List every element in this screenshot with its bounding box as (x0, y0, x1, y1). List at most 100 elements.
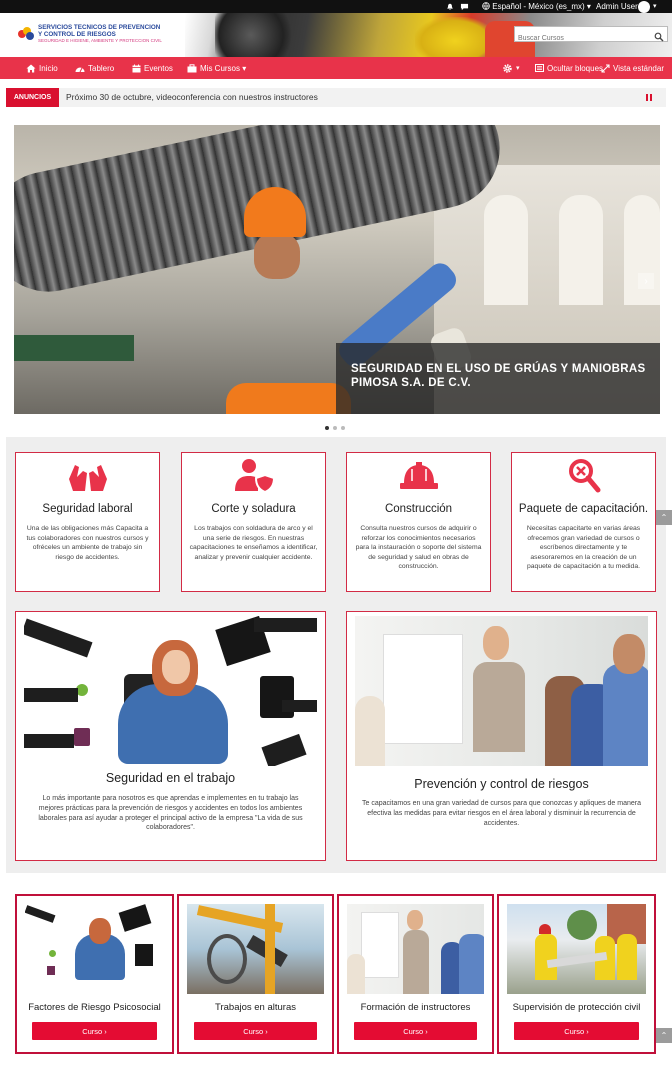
slide-caption-line-1: SEGURIDAD EN EL USO DE GRÚAS Y MANIOBRAS (351, 363, 646, 375)
course-title: Trabajos en alturas (215, 1002, 296, 1013)
slider-dot[interactable] (341, 426, 345, 430)
course-button[interactable]: Curso › (354, 1022, 477, 1040)
info-card-prevencion: Prevención y control de riesgos Te capac… (346, 611, 657, 861)
site-header: SERVICIOS TECNICOS DE PREVENCION Y CONTR… (0, 13, 672, 57)
site-logo[interactable]: SERVICIOS TECNICOS DE PREVENCION Y CONTR… (14, 21, 184, 49)
course-title: Supervisión de protección civil (512, 1002, 641, 1013)
course-title: Factores de Riesgo Psicosocial (28, 1002, 161, 1013)
avatar[interactable] (638, 1, 650, 13)
ladder-rail (265, 904, 275, 994)
language-label: Español - México (es_mx) ▾ (492, 2, 591, 11)
woman-shirt-shape (118, 684, 228, 764)
course-card-instructores: Formación de instructores Curso › (337, 894, 494, 1054)
info-card-image (355, 616, 648, 766)
search-tools-icon (561, 457, 607, 493)
course-button[interactable]: Curso › (32, 1022, 157, 1040)
apple-shape (49, 950, 56, 957)
chat-icon[interactable] (460, 2, 469, 11)
logo-line-1: SERVICIOS TECNICOS DE PREVENCION (38, 24, 161, 31)
rescuer-shape (535, 934, 557, 980)
slider-dot[interactable] (333, 426, 337, 430)
pause-icon[interactable] (646, 94, 653, 101)
home-icon (26, 64, 36, 72)
mug-shape (74, 728, 90, 746)
slide-girder (14, 335, 134, 361)
top-bar: Español - México (es_mx) ▾ Admin User ▾ (0, 0, 672, 13)
feature-title: Paquete de capacitación. (518, 503, 649, 515)
rescuer-shape (617, 934, 637, 980)
hide-blocks-icon (535, 64, 544, 72)
nav-label-inicio: Inicio (39, 63, 58, 73)
standard-view-button[interactable]: Vista estándar (601, 57, 664, 79)
attendee-shape (459, 934, 484, 994)
woman-hair-shape (89, 918, 111, 944)
flipchart-shape (361, 912, 399, 978)
language-menu[interactable]: Español - México (es_mx) ▾ (482, 1, 591, 12)
scroll-top-icon[interactable]: ⌃ (656, 510, 672, 525)
logo-line-2: Y CONTROL DE RIESGOS (38, 31, 116, 38)
nav-item-inicio[interactable]: Inicio (26, 57, 58, 79)
search-input[interactable] (515, 31, 649, 46)
info-card-image (24, 616, 317, 766)
feature-description: Una de las obligaciones más Capacita a t… (26, 525, 149, 561)
woman-face-shape (162, 650, 190, 684)
flipchart-shape (383, 634, 463, 744)
attendee-shape (355, 696, 385, 766)
gear-icon (503, 63, 512, 73)
slider-dot[interactable] (325, 426, 329, 430)
hide-blocks-label: Ocultar bloques (547, 63, 604, 73)
hand-sleeve (25, 905, 56, 923)
hand-sleeve (24, 618, 93, 658)
info-card-description: Te capacitamos en una gran variedad de c… (361, 800, 641, 827)
feature-title: Seguridad laboral (42, 503, 133, 515)
hide-blocks-button[interactable]: Ocultar bloques (535, 57, 603, 79)
course-card-proteccion-civil: Supervisión de protección civil Curso › (497, 894, 656, 1054)
announcement-bar: ANUNCIOS Próximo 30 de octubre, videocon… (6, 88, 666, 107)
attendee-shape (603, 664, 648, 766)
feature-card-corte-soladura: Corte y soladura Los trabajos con soldad… (181, 452, 326, 592)
attendee-shape (347, 954, 365, 994)
course-card-image (25, 904, 164, 994)
bell-icon[interactable] (445, 2, 454, 11)
nav-item-eventos[interactable]: Eventos (132, 57, 173, 79)
feature-title: Corte y soladura (211, 503, 296, 515)
slide-caption: SEGURIDAD EN EL USO DE GRÚAS Y MANIOBRAS… (336, 343, 660, 414)
user-menu-caret-icon[interactable]: ▾ (653, 1, 657, 12)
user-name[interactable]: Admin User (596, 1, 638, 12)
hands-icon (65, 457, 111, 493)
nav-label-tablero: Tablero (88, 63, 115, 73)
expand-icon (601, 63, 610, 73)
info-card-title: Prevención y control de riesgos (414, 777, 589, 791)
slider-next-arrow-icon[interactable]: › (638, 273, 654, 289)
scroll-top-icon[interactable]: ⌃ (656, 1028, 672, 1043)
nav-item-tablero[interactable]: Tablero (75, 57, 114, 79)
folder-shape (118, 904, 152, 932)
course-button[interactable]: Curso › (514, 1022, 639, 1040)
course-card-image (347, 904, 484, 994)
nav-item-mis-cursos[interactable]: Mis Cursos ▾ (187, 57, 246, 79)
carabiner-shape (207, 934, 247, 984)
announcement-text[interactable]: Próximo 30 de octubre, videoconferencia … (66, 88, 318, 107)
courses-icon (187, 63, 197, 72)
course-card-psicosocial: Factores de Riesgo Psicosocial Curso › (15, 894, 174, 1054)
slide-worker-vest (226, 383, 351, 414)
course-button[interactable]: Curso › (194, 1022, 317, 1040)
feature-card-construccion: Construcción Consulta nuestros cursos de… (346, 452, 491, 592)
user-shield-icon (231, 457, 277, 494)
search-icon[interactable] (654, 29, 664, 42)
slide-caption-line-2: PIMOSA S.A. DE C.V. (351, 377, 471, 389)
phone-shape (135, 944, 153, 966)
feature-description: Necesitas capacitarte en varias áreas of… (526, 525, 641, 571)
attendee-face (613, 634, 645, 674)
presenter-jacket (403, 930, 429, 994)
feature-title: Construcción (384, 503, 453, 515)
feature-description: Los trabajos con soldadura de arco y el … (189, 525, 318, 561)
slide-worker-face (254, 233, 300, 279)
slide-window (484, 195, 528, 305)
slide-window (559, 195, 603, 305)
settings-menu[interactable]: ▾ (502, 57, 520, 79)
course-card-image (507, 904, 646, 994)
hand-sleeve (24, 688, 78, 702)
info-card-seguridad-trabajo: Seguridad en el trabajo Lo más important… (15, 611, 326, 861)
rescuer-helmet (539, 924, 551, 934)
